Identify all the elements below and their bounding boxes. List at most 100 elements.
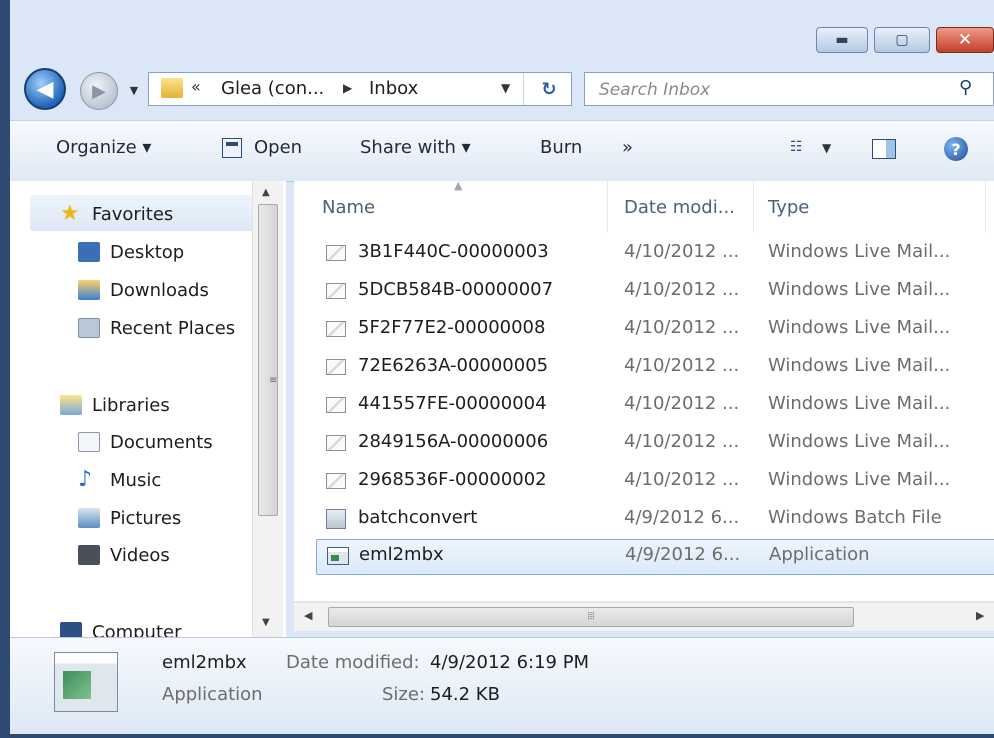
nav-libraries[interactable]: Libraries <box>60 390 170 420</box>
back-arrow-icon: ◀ <box>36 76 54 102</box>
nav-pictures[interactable]: Pictures <box>78 503 181 533</box>
file-type: Windows Live Mail... <box>768 317 951 338</box>
application-icon <box>327 547 349 565</box>
mail-file-icon <box>326 283 346 299</box>
file-name: 72E6263A-00000005 <box>358 355 549 376</box>
organize-button[interactable]: Organize ▾ <box>56 137 151 158</box>
file-row-selected[interactable]: eml2mbx 4/9/2012 6... Application <box>316 539 994 575</box>
file-row[interactable]: 3B1F440C-00000003 4/10/2012 ... Windows … <box>316 237 994 273</box>
nav-documents[interactable]: Documents <box>78 427 213 457</box>
file-type: Windows Batch File <box>768 507 942 528</box>
file-name: 5DCB584B-00000007 <box>358 279 554 300</box>
sort-ascending-icon: ▲ <box>454 181 463 192</box>
file-name: 2968536F-00000002 <box>358 469 547 490</box>
command-bar: Organize ▾ Open Share with ▾ Burn » ☷ ▼ … <box>10 120 994 182</box>
nav-favorites-label: Favorites <box>92 203 174 225</box>
libraries-icon <box>60 395 82 415</box>
forward-button[interactable]: ▶ <box>80 72 118 110</box>
scroll-up-icon[interactable]: ▲ <box>262 187 270 198</box>
scroll-right-icon[interactable]: ▶ <box>976 609 984 622</box>
view-dropdown-icon[interactable]: ▼ <box>822 141 831 155</box>
back-button[interactable]: ◀ <box>24 68 66 110</box>
close-button[interactable]: ✕ <box>936 27 994 53</box>
refresh-icon[interactable]: ↻ <box>529 76 569 102</box>
music-icon: ♪ <box>78 467 93 492</box>
file-date: 4/10/2012 ... <box>624 469 740 490</box>
nav-computer[interactable]: Computer <box>60 617 181 637</box>
nav-music-label: Music <box>110 469 162 491</box>
file-row[interactable]: batchconvert 4/9/2012 6... Windows Batch… <box>316 503 994 539</box>
column-header-type[interactable]: Type <box>754 181 986 233</box>
open-button[interactable]: Open <box>254 137 302 158</box>
burn-button[interactable]: Burn <box>540 137 582 158</box>
batch-file-icon <box>326 509 346 529</box>
breadcrumb-separator-icon[interactable]: ▶ <box>343 81 352 95</box>
file-type: Application <box>769 544 870 565</box>
file-type: Windows Live Mail... <box>768 279 951 300</box>
address-dropdown-icon[interactable]: ▼ <box>501 81 510 95</box>
close-icon: ✕ <box>957 30 973 50</box>
details-size-value: 54.2 KB <box>430 684 500 705</box>
window-left-edge <box>0 0 10 738</box>
help-icon[interactable]: ? <box>944 137 968 161</box>
mail-file-icon <box>326 245 346 261</box>
preview-pane-icon[interactable] <box>872 139 896 159</box>
address-bar[interactable]: « Glea (con... ▶ Inbox ▼ ↻ <box>148 72 572 106</box>
documents-icon <box>78 432 100 452</box>
breadcrumb-segment-parent[interactable]: Glea (con... <box>221 78 324 99</box>
file-row[interactable]: 5F2F77E2-00000008 4/10/2012 ... Windows … <box>316 313 994 349</box>
nav-recent-places[interactable]: Recent Places <box>78 313 235 343</box>
file-date: 4/10/2012 ... <box>624 393 740 414</box>
file-name: 3B1F440C-00000003 <box>358 241 549 262</box>
file-type: Windows Live Mail... <box>768 393 951 414</box>
column-header-name[interactable]: ▲ Name <box>294 181 608 233</box>
desktop-icon <box>78 242 100 262</box>
navigation-pane: ★ Favorites Desktop Downloads Recent Pla… <box>10 181 286 637</box>
details-size-label: Size: <box>382 684 426 705</box>
horizontal-scrollbar[interactable]: ◀ ⦙⦙⦙ ▶ <box>294 602 994 631</box>
scroll-down-icon[interactable]: ▼ <box>262 617 270 628</box>
breadcrumb-segment-inbox[interactable]: Inbox <box>369 78 418 99</box>
nav-libraries-label: Libraries <box>92 394 170 416</box>
search-box[interactable]: ⚲ <box>584 72 994 106</box>
minimize-button[interactable]: ▬ <box>816 27 868 53</box>
explorer-window: ▬ ▢ ✕ ◀ ▶ ▼ « Glea (con... ▶ Inbox ▼ ↻ ⚲… <box>0 0 994 738</box>
file-row[interactable]: 441557FE-00000004 4/10/2012 ... Windows … <box>316 389 994 425</box>
navigation-scroll-thumb[interactable]: ≡ <box>258 204 278 516</box>
file-name: batchconvert <box>358 507 478 528</box>
mail-file-icon <box>326 473 346 489</box>
details-file-type: Application <box>162 684 263 705</box>
navigation-scrollbar[interactable]: ▲ ≡ ▼ <box>252 181 283 637</box>
scroll-left-icon[interactable]: ◀ <box>304 609 312 622</box>
horizontal-scroll-thumb[interactable]: ⦙⦙⦙ <box>328 607 854 627</box>
downloads-icon <box>78 280 100 300</box>
nav-favorites[interactable]: ★ Favorites <box>60 199 173 229</box>
file-row[interactable]: 72E6263A-00000005 4/10/2012 ... Windows … <box>316 351 994 387</box>
file-type: Windows Live Mail... <box>768 431 951 452</box>
file-row[interactable]: 2968536F-00000002 4/10/2012 ... Windows … <box>316 465 994 501</box>
search-icon[interactable]: ⚲ <box>959 77 972 98</box>
maximize-button[interactable]: ▢ <box>874 27 930 53</box>
nav-desktop[interactable]: Desktop <box>78 237 184 267</box>
file-date: 4/10/2012 ... <box>624 241 740 262</box>
share-with-button[interactable]: Share with ▾ <box>360 137 471 158</box>
open-icon[interactable] <box>222 138 242 158</box>
more-commands-button[interactable]: » <box>622 137 633 158</box>
change-view-icon[interactable]: ☷ <box>790 139 812 157</box>
videos-icon <box>78 545 100 565</box>
column-header-date[interactable]: Date modi... <box>608 181 754 233</box>
nav-music[interactable]: ♪ Music <box>78 465 161 495</box>
search-input[interactable] <box>597 77 941 103</box>
nav-downloads[interactable]: Downloads <box>78 275 209 305</box>
scroll-grip-icon: ≡ <box>269 375 278 386</box>
file-row[interactable]: 2849156A-00000006 4/10/2012 ... Windows … <box>316 427 994 463</box>
recent-pages-dropdown[interactable]: ▼ <box>124 80 144 100</box>
nav-computer-label: Computer <box>92 621 182 638</box>
details-pane: eml2mbx Application Date modified: 4/9/2… <box>10 637 994 735</box>
file-row[interactable]: 5DCB584B-00000007 4/10/2012 ... Windows … <box>316 275 994 311</box>
mail-file-icon <box>326 435 346 451</box>
nav-videos[interactable]: Videos <box>78 540 170 570</box>
file-date: 4/10/2012 ... <box>624 279 740 300</box>
address-overflow-chevron[interactable]: « <box>191 77 201 96</box>
details-date-label: Date modified: <box>286 652 420 673</box>
